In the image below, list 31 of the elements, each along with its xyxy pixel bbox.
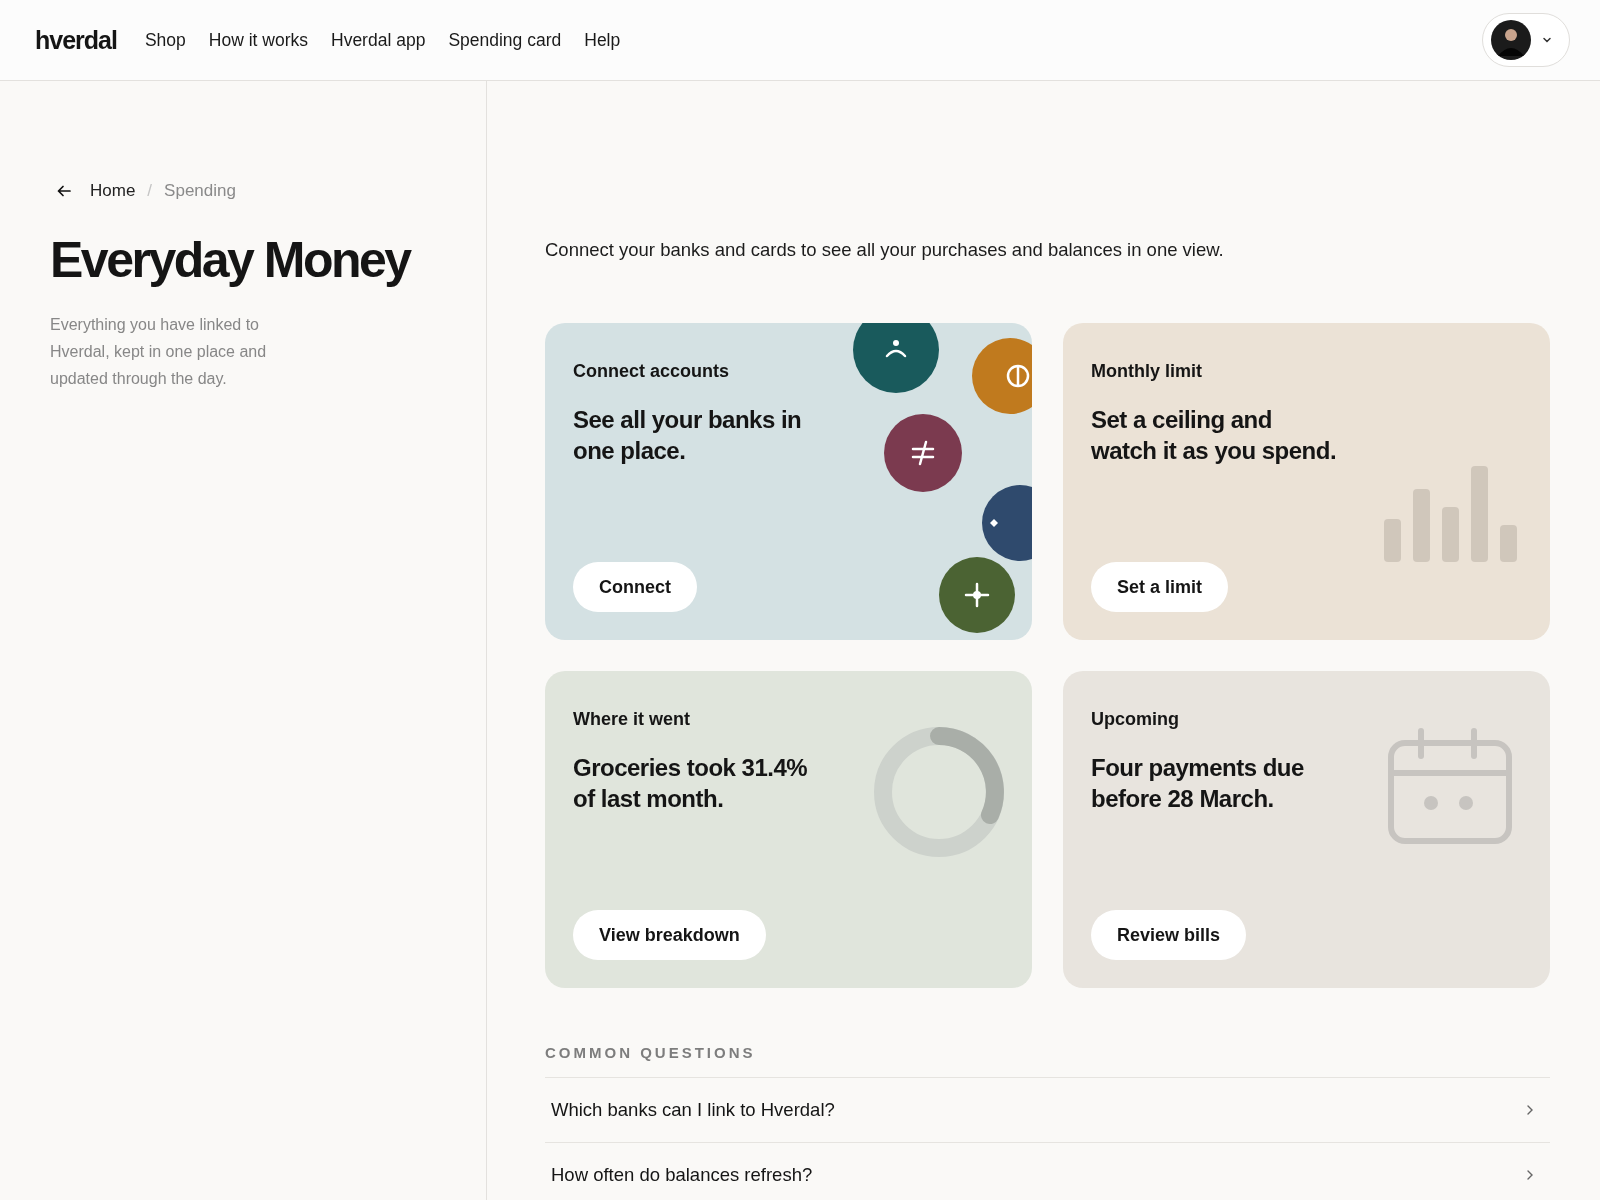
- card-heading: Four payments due before 28 March.: [1091, 753, 1305, 814]
- card-heading: See all your banks in one place.: [573, 405, 803, 466]
- nav-link[interactable]: Help: [584, 29, 621, 51]
- card-button[interactable]: Review bills: [1091, 910, 1247, 960]
- card-label: Where it went: [573, 709, 691, 730]
- card-heading: Groceries took 31.4% of last month.: [573, 753, 809, 814]
- breadcrumb-link[interactable]: Home: [90, 181, 136, 201]
- card-button[interactable]: Connect: [573, 562, 697, 612]
- logo[interactable]: hverdal: [35, 25, 117, 55]
- card-label: Connect accounts: [573, 361, 731, 382]
- nav-link[interactable]: How it works: [208, 29, 308, 51]
- calendar-icon: [1388, 728, 1512, 844]
- faq-item[interactable]: Which banks can I link to Hverdal?: [545, 1078, 1550, 1143]
- page-description: Everything you have linked to Hverdal, kept in one place and updated through the day.: [50, 315, 268, 389]
- account-menu-button[interactable]: [1482, 13, 1570, 67]
- faq-item[interactable]: How often do balances refresh?: [545, 1143, 1550, 1200]
- nav-link[interactable]: Spending card: [448, 29, 562, 51]
- page-title: Everyday Money: [50, 231, 412, 289]
- card-heading: Set a ceiling and watch it as you spend.: [1091, 405, 1338, 466]
- back-arrow-icon[interactable]: [56, 183, 72, 199]
- intro-text: Connect your banks and cards to see all your purchases and balances in one view.: [545, 239, 1225, 261]
- bar-chart-icon: [1384, 466, 1518, 562]
- breadcrumb-separator: /: [147, 181, 153, 201]
- card-button[interactable]: View breakdown: [573, 910, 766, 960]
- card-button[interactable]: Set a limit: [1091, 562, 1229, 612]
- card-label: Upcoming: [1091, 709, 1180, 730]
- section-heading: COMMON QUESTIONS: [545, 1044, 757, 1061]
- nav-link[interactable]: Hverdal app: [331, 29, 426, 51]
- nav-link[interactable]: Shop: [144, 29, 186, 51]
- card-label: Monthly limit: [1091, 361, 1203, 382]
- avatar-icon: [1491, 20, 1531, 60]
